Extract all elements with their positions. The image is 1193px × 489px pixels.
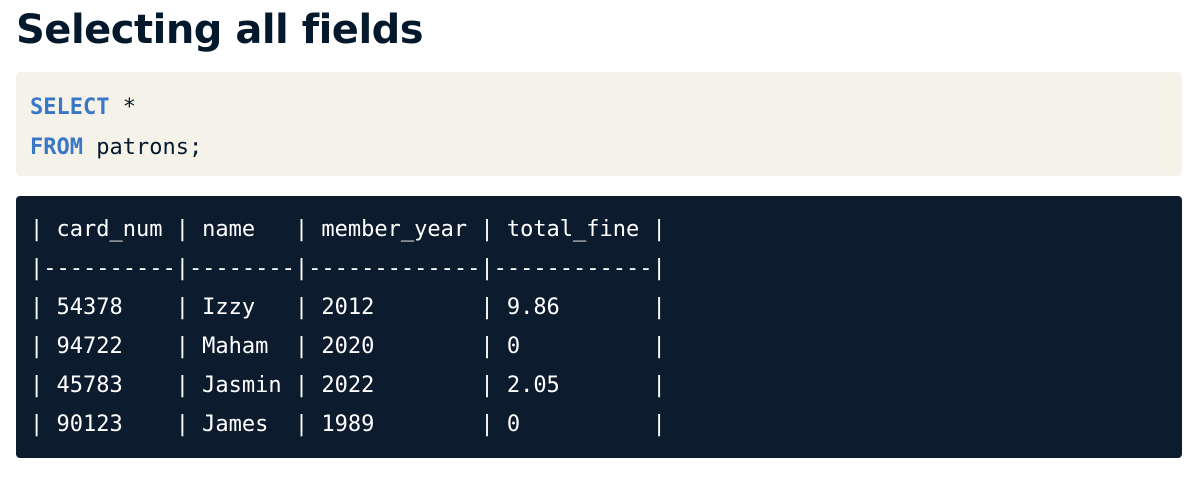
sql-code-block: SELECT * FROM patrons; bbox=[16, 72, 1182, 176]
table-row: | 54378 | Izzy | 2012 | 9.86 | bbox=[30, 295, 666, 320]
code-line-select: SELECT * bbox=[30, 88, 1168, 128]
page-title: Selecting all fields bbox=[16, 7, 424, 53]
table-header-row: | card_num | name | member_year | total_… bbox=[30, 217, 666, 242]
keyword-from: FROM bbox=[30, 135, 83, 160]
table-row: | 94722 | Maham | 2020 | 0 | bbox=[30, 334, 666, 359]
query-output-block: | card_num | name | member_year | total_… bbox=[16, 196, 1182, 458]
table-row: | 45783 | Jasmin | 2022 | 2.05 | bbox=[30, 373, 666, 398]
code-line-from: FROM patrons; bbox=[30, 128, 1168, 168]
select-columns: * bbox=[109, 95, 136, 120]
keyword-select: SELECT bbox=[30, 95, 110, 120]
from-table: patrons; bbox=[82, 135, 203, 160]
table-row: | 90123 | James | 1989 | 0 | bbox=[30, 412, 666, 437]
table-separator-row: |----------|--------|-------------|-----… bbox=[30, 256, 666, 281]
